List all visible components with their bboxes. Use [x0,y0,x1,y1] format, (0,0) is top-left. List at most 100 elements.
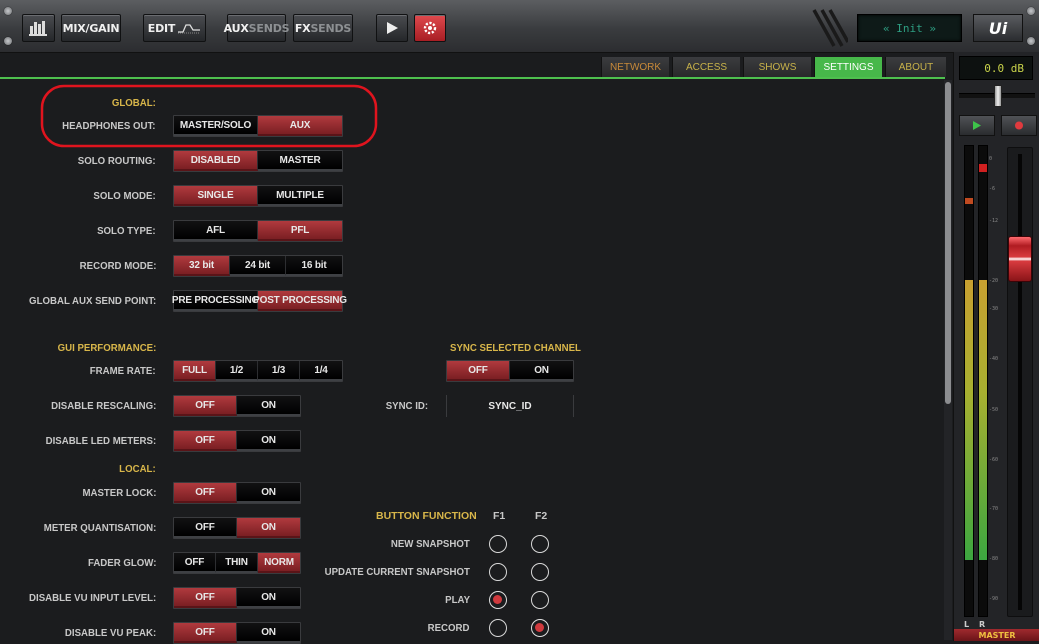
frame-rate-option-half[interactable]: 1/2 [216,361,258,381]
master-pan-handle[interactable] [994,85,1002,107]
aux-send-option-post-processing[interactable]: POST PROCESSING [253,291,347,311]
record-f2-radio[interactable] [531,619,549,637]
disable-vu-peak-option-on[interactable]: ON [237,623,300,643]
scrollbar-thumb[interactable] [945,82,951,404]
record-mode-label: RECORD MODE: [79,260,156,272]
master-lock-option-off[interactable]: OFF [174,483,237,503]
fader-glow-label: FADER GLOW: [87,557,156,569]
master-strip-label: MASTER [954,629,1039,641]
master-fader-handle[interactable] [1008,236,1032,283]
frame-rate-option-quarter[interactable]: 1/4 [300,361,342,381]
screw-icon [4,7,12,15]
sync-selected-channel-selector: OFF ON [446,360,574,382]
play-f2-radio[interactable] [531,591,549,609]
tab-shows[interactable]: SHOWS [743,57,811,77]
solo-type-selector: AFL PFL [173,220,343,242]
global-aux-send-point-label: GLOBAL AUX SEND POINT: [28,295,156,307]
play-label: PLAY [445,594,470,606]
record-mode-option-24bit[interactable]: 24 bit [230,256,286,276]
play-f1-radio[interactable] [489,591,507,609]
record-mode-option-16bit[interactable]: 16 bit [286,256,342,276]
play-icon [973,121,981,130]
tab-access[interactable]: ACCESS [672,57,740,77]
show-name-display[interactable]: « Init » [857,14,962,42]
sync-option-on[interactable]: ON [510,361,573,381]
tab-settings[interactable]: SETTINGS [814,57,882,77]
solo-routing-label: SOLO ROUTING: [78,155,156,167]
solo-routing-option-disabled[interactable]: DISABLED [174,151,258,171]
eq-curve-icon [178,24,201,34]
disable-vu-input-level-selector: OFF ON [173,587,301,609]
master-lock-label: MASTER LOCK: [81,487,156,499]
new-snapshot-f2-radio[interactable] [531,535,549,553]
screw-icon [1027,7,1035,15]
new-snapshot-label: NEW SNAPSHOT [391,538,470,550]
gear-icon [423,21,437,35]
master-level-readout: 0.0 dB [959,56,1033,80]
headphones-out-option-aux[interactable]: AUX [258,116,342,136]
mix-gain-button[interactable]: MIX/GAIN [61,14,121,42]
tab-network[interactable]: NETWORK [601,57,669,77]
solo-type-label: SOLO TYPE: [97,225,156,237]
master-record-button[interactable] [1001,115,1037,136]
frame-rate-option-third[interactable]: 1/3 [258,361,300,381]
ui-logo-button[interactable]: Ui [973,14,1023,42]
meter-quantisation-option-on[interactable]: ON [237,518,300,538]
f2-column-header: F2 [535,510,548,522]
disable-vu-input-option-off[interactable]: OFF [174,588,237,608]
headphones-out-label: HEADPHONES OUT: [62,120,156,132]
aux-send-option-pre-processing[interactable]: PRE PROCESSING [172,291,259,311]
new-snapshot-f1-radio[interactable] [489,535,507,553]
master-strip: 0.0 dB L R 0 -6 -12 -20 -30 -40 -50 -60 … [953,52,1039,641]
fader-glow-option-norm[interactable]: NORM [258,553,300,573]
meter-quantisation-option-off[interactable]: OFF [174,518,237,538]
disable-rescaling-option-on[interactable]: ON [237,396,300,416]
master-lock-option-on[interactable]: ON [237,483,300,503]
update-snapshot-f2-radio[interactable] [531,563,549,581]
disable-rescaling-option-off[interactable]: OFF [174,396,237,416]
solo-mode-option-multiple[interactable]: MULTIPLE [258,186,342,206]
disable-vu-input-option-on[interactable]: ON [237,588,300,608]
tab-about[interactable]: ABOUT [885,57,946,77]
sync-id-field[interactable]: SYNC_ID [446,395,574,417]
fx-sends-button[interactable]: FX SENDS [293,14,353,42]
play-icon [387,22,398,34]
record-f1-radio[interactable] [489,619,507,637]
settings-button[interactable] [414,14,446,42]
section-gui-performance: GUI PERFORMANCE: [57,342,156,354]
f1-column-header: F1 [493,510,506,522]
solo-mode-option-single[interactable]: SINGLE [174,186,258,206]
headphones-out-option-master-solo[interactable]: MASTER/SOLO [174,116,258,136]
solo-type-option-pfl[interactable]: PFL [258,221,342,241]
disable-vu-peak-label: DISABLE VU PEAK: [64,627,156,639]
solo-mode-selector: SINGLE MULTIPLE [173,185,343,207]
disable-led-meters-option-on[interactable]: ON [237,431,300,451]
edit-button[interactable]: EDIT [143,14,206,42]
meter-right-label: R [979,620,986,629]
frame-rate-option-full[interactable]: FULL [174,361,216,381]
master-lock-selector: OFF ON [173,482,301,504]
meter-scale: 0 -6 -12 -20 -30 -40 -50 -60 -70 -80 -90 [989,156,999,602]
screw-icon [1027,37,1035,45]
master-fader-track[interactable] [1007,147,1033,617]
meter-quantisation-selector: OFF ON [173,517,301,539]
solo-type-option-afl[interactable]: AFL [174,221,258,241]
disable-vu-peak-option-off[interactable]: OFF [174,623,237,643]
meter-left-label: L [964,620,970,629]
solo-routing-option-master[interactable]: MASTER [258,151,342,171]
master-play-button[interactable] [959,115,995,136]
meter-quantisation-label: METER QUANTISATION: [43,522,156,534]
section-local: LOCAL: [119,463,156,475]
aux-sends-button[interactable]: AUX SENDS [224,14,290,42]
record-mode-option-32bit[interactable]: 32 bit [174,256,230,276]
update-snapshot-f1-radio[interactable] [489,563,507,581]
solo-mode-label: SOLO MODE: [93,190,156,202]
disable-led-meters-option-off[interactable]: OFF [174,431,237,451]
fader-glow-option-thin[interactable]: THIN [216,553,258,573]
sync-option-off[interactable]: OFF [447,361,510,381]
top-toolbar: MIX/GAIN EDIT AUX SENDS FX SENDS « Init » … [0,0,1039,53]
mixer-view-button[interactable] [22,14,55,42]
headphones-out-selector: MASTER/SOLO AUX [173,115,343,137]
media-player-button[interactable] [376,14,408,42]
fader-glow-option-off[interactable]: OFF [174,553,216,573]
